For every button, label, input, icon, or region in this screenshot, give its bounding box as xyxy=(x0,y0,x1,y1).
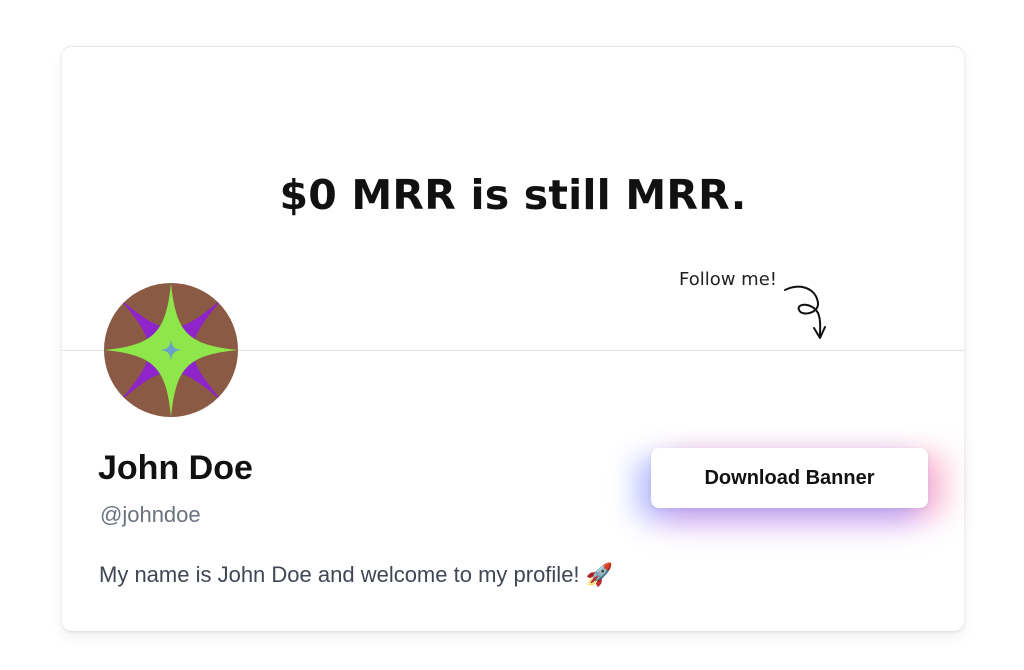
profile-card: $0 MRR is still MRR. Follow me! John Doe… xyxy=(62,46,964,631)
banner-headline: $0 MRR is still MRR. xyxy=(279,171,747,219)
profile-name: John Doe xyxy=(98,449,253,487)
follow-me-label: Follow me! xyxy=(679,269,778,290)
avatar xyxy=(104,283,238,417)
profile-handle: @johndoe xyxy=(100,502,201,527)
download-banner-button[interactable]: Download Banner xyxy=(651,448,928,508)
profile-bio: My name is John Doe and welcome to my pr… xyxy=(99,562,614,587)
four-point-star-avatar-icon xyxy=(104,283,238,417)
curly-arrow-icon xyxy=(784,285,826,339)
